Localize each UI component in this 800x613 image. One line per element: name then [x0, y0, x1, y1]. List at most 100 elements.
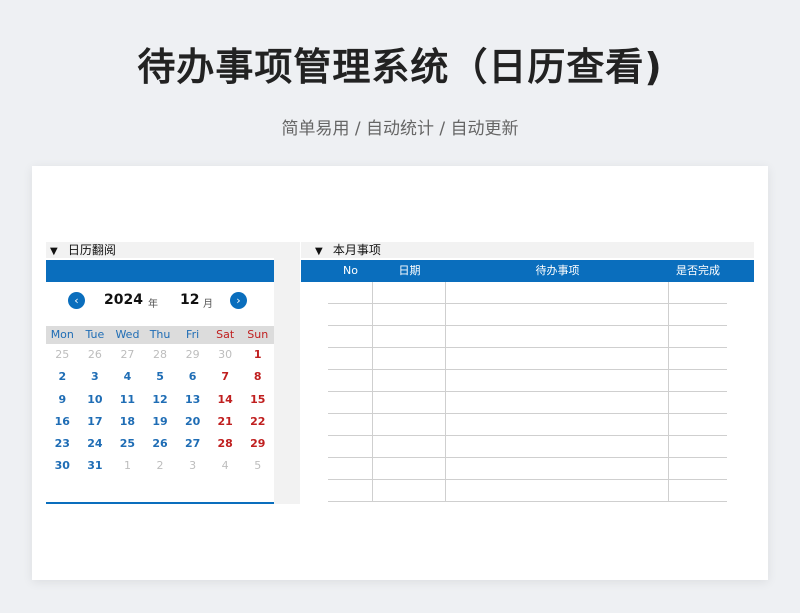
- calendar-day[interactable]: 16: [46, 411, 79, 433]
- calendar-day[interactable]: 1: [111, 455, 144, 477]
- table-cell[interactable]: [328, 480, 373, 502]
- table-cell[interactable]: [328, 392, 373, 414]
- calendar-day[interactable]: 14: [209, 389, 242, 411]
- table-cell[interactable]: [446, 480, 669, 502]
- table-cell: [301, 458, 328, 480]
- calendar-day[interactable]: 7: [209, 366, 242, 388]
- table-cell[interactable]: [373, 436, 446, 458]
- table-cell[interactable]: [446, 414, 669, 436]
- collapse-arrow-icon[interactable]: ▼: [50, 244, 64, 260]
- collapse-arrow-icon[interactable]: ▼: [315, 244, 329, 260]
- table-cell[interactable]: [446, 282, 669, 304]
- calendar-day[interactable]: 30: [209, 344, 242, 366]
- weekday-label: Sun: [247, 328, 269, 341]
- page-subtitle: 简单易用 / 自动统计 / 自动更新: [281, 119, 519, 139]
- weekday-label: Sat: [216, 328, 235, 341]
- calendar-day[interactable]: 2: [144, 455, 177, 477]
- weekday-header: Mon Tue Wed Thu Fri Sat Sun: [46, 326, 274, 344]
- calendar-day[interactable]: 6: [176, 366, 209, 388]
- table-cell: [301, 436, 328, 458]
- calendar-day[interactable]: 11: [111, 389, 144, 411]
- calendar-day[interactable]: 24: [79, 433, 112, 455]
- calendar-day[interactable]: 15: [241, 389, 274, 411]
- calendar-week-row: 9 10 11 12 13 14 15: [46, 389, 274, 411]
- table-cell[interactable]: [669, 480, 727, 502]
- table-cell[interactable]: [446, 326, 669, 348]
- table-cell[interactable]: [446, 436, 669, 458]
- table-cell: [301, 392, 328, 414]
- table-cell[interactable]: [373, 304, 446, 326]
- calendar-day[interactable]: 4: [111, 366, 144, 388]
- weekday-label: Mon: [50, 328, 74, 341]
- calendar-day[interactable]: 18: [111, 411, 144, 433]
- table-cell[interactable]: [669, 348, 727, 370]
- table-cell[interactable]: [373, 348, 446, 370]
- calendar-day[interactable]: 9: [46, 389, 79, 411]
- prev-month-button[interactable]: ‹: [68, 292, 85, 309]
- table-cell[interactable]: [328, 436, 373, 458]
- table-cell[interactable]: [373, 480, 446, 502]
- calendar-day[interactable]: 2: [46, 366, 79, 388]
- calendar-day[interactable]: 21: [209, 411, 242, 433]
- table-cell[interactable]: [328, 304, 373, 326]
- calendar-day[interactable]: 27: [176, 433, 209, 455]
- table-cell[interactable]: [669, 414, 727, 436]
- calendar-day[interactable]: 8: [241, 366, 274, 388]
- table-cell[interactable]: [328, 414, 373, 436]
- calendar-day[interactable]: 25: [46, 344, 79, 366]
- table-cell[interactable]: [328, 348, 373, 370]
- calendar-day[interactable]: 19: [144, 411, 177, 433]
- tasks-table: No 日期 待办事项 是否完成: [301, 260, 754, 502]
- table-cell[interactable]: [669, 370, 727, 392]
- calendar-day[interactable]: 3: [79, 366, 112, 388]
- table-cell[interactable]: [446, 392, 669, 414]
- calendar-day[interactable]: 5: [241, 455, 274, 477]
- table-cell[interactable]: [373, 282, 446, 304]
- calendar-day[interactable]: 28: [144, 344, 177, 366]
- calendar-day[interactable]: 22: [241, 411, 274, 433]
- calendar-day[interactable]: 29: [241, 433, 274, 455]
- table-cell[interactable]: [328, 326, 373, 348]
- calendar-day[interactable]: 28: [209, 433, 242, 455]
- calendar-day[interactable]: 13: [176, 389, 209, 411]
- calendar-day[interactable]: 26: [79, 344, 112, 366]
- calendar-day[interactable]: 1: [241, 344, 274, 366]
- table-cell: [301, 348, 328, 370]
- table-cell[interactable]: [446, 304, 669, 326]
- calendar-day[interactable]: 5: [144, 366, 177, 388]
- table-cell[interactable]: [328, 458, 373, 480]
- calendar-day[interactable]: 31: [79, 455, 112, 477]
- table-cell[interactable]: [669, 436, 727, 458]
- table-cell[interactable]: [328, 282, 373, 304]
- calendar-day[interactable]: 17: [79, 411, 112, 433]
- calendar-day[interactable]: 4: [209, 455, 242, 477]
- next-month-button[interactable]: ›: [230, 292, 247, 309]
- table-cell[interactable]: [669, 282, 727, 304]
- table-cell[interactable]: [373, 414, 446, 436]
- table-cell[interactable]: [669, 326, 727, 348]
- calendar-day[interactable]: 25: [111, 433, 144, 455]
- table-cell[interactable]: [669, 392, 727, 414]
- table-cell[interactable]: [373, 370, 446, 392]
- table-cell[interactable]: [446, 348, 669, 370]
- calendar-day[interactable]: 3: [176, 455, 209, 477]
- table-cell[interactable]: [669, 458, 727, 480]
- calendar-day[interactable]: 20: [176, 411, 209, 433]
- year-label: 年: [148, 299, 158, 310]
- calendar-day[interactable]: 27: [111, 344, 144, 366]
- table-cell[interactable]: [669, 304, 727, 326]
- calendar-day[interactable]: 10: [79, 389, 112, 411]
- calendar-day[interactable]: 12: [144, 389, 177, 411]
- table-cell[interactable]: [446, 458, 669, 480]
- calendar-day[interactable]: 26: [144, 433, 177, 455]
- table-cell[interactable]: [446, 370, 669, 392]
- calendar-day[interactable]: 30: [46, 455, 79, 477]
- table-cell: [301, 304, 328, 326]
- table-cell[interactable]: [373, 326, 446, 348]
- table-cell[interactable]: [373, 458, 446, 480]
- table-cell[interactable]: [328, 370, 373, 392]
- calendar-day[interactable]: 23: [46, 433, 79, 455]
- calendar-day[interactable]: 29: [176, 344, 209, 366]
- calendar-week-row: 25 26 27 28 29 30 1: [46, 344, 274, 366]
- table-cell[interactable]: [373, 392, 446, 414]
